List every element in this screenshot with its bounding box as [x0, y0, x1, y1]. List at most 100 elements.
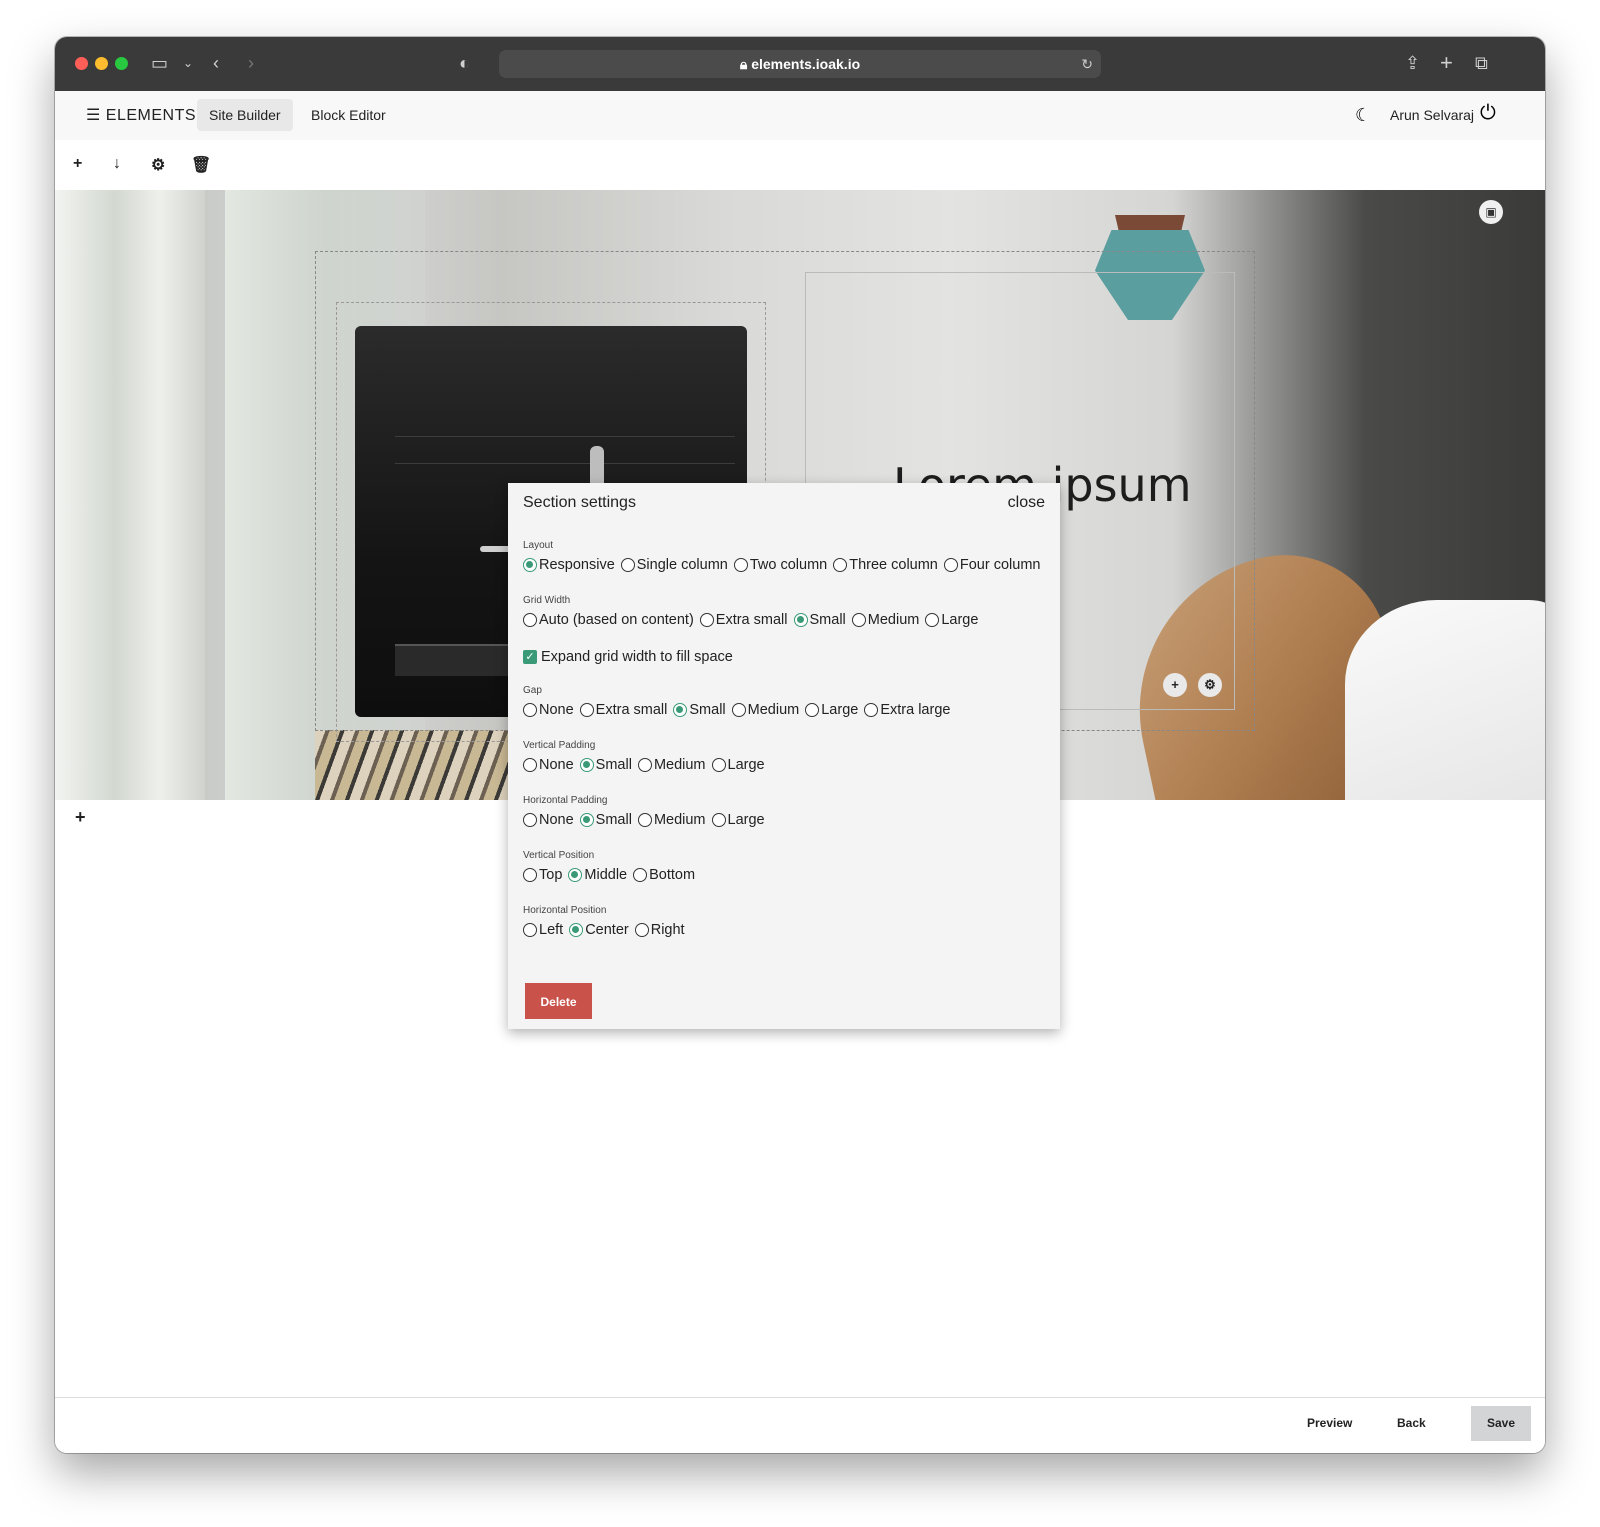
gap-option[interactable]: Extra large: [864, 702, 950, 718]
vertical-padding-label: Vertical Padding: [523, 740, 596, 751]
horizontal-position-option[interactable]: Center: [569, 922, 629, 938]
expand-grid-checkbox[interactable]: ✓: [523, 650, 537, 664]
layout-radio[interactable]: [523, 558, 537, 572]
gap-option[interactable]: Extra small: [579, 702, 667, 718]
forward-arrow-icon[interactable]: ›: [248, 52, 254, 74]
arrow-down-icon[interactable]: ↓: [113, 155, 121, 173]
gap-option[interactable]: Small: [673, 702, 726, 718]
vertical-padding-option[interactable]: None: [523, 757, 574, 773]
address-bar[interactable]: 🔒︎ elements.ioak.io ↻: [499, 50, 1101, 78]
back-arrow-icon[interactable]: ‹: [213, 52, 219, 74]
horizontal-padding-radio[interactable]: [579, 813, 594, 827]
expand-grid-group: ✓ Expand grid width to fill space: [523, 649, 733, 665]
horizontal-padding-radio[interactable]: [711, 813, 726, 827]
grid-width-option[interactable]: Medium: [851, 612, 919, 628]
chevron-down-icon[interactable]: ⌄: [183, 52, 193, 74]
grid-width-radio[interactable]: [925, 613, 940, 627]
user-name[interactable]: Arun Selvaraj: [1390, 107, 1474, 123]
gap-radio[interactable]: [673, 703, 688, 717]
shield-icon[interactable]: ◐: [459, 52, 470, 74]
vertical-position-radio[interactable]: [523, 868, 537, 882]
theme-toggle-icon[interactable]: ☾: [1355, 105, 1371, 126]
layout-option-label: Three column: [849, 557, 938, 573]
share-icon[interactable]: ⇪: [1405, 52, 1420, 74]
horizontal-padding-radio[interactable]: [637, 813, 652, 827]
add-section-icon[interactable]: +: [75, 807, 86, 828]
gap-option[interactable]: Large: [805, 702, 858, 718]
horizontal-position-option[interactable]: Right: [634, 922, 685, 938]
layout-option[interactable]: Four column: [943, 557, 1040, 573]
brand-logo[interactable]: ☰ ELEMENTS: [86, 105, 196, 125]
grid-width-option[interactable]: Large: [925, 612, 978, 628]
horizontal-position-radio[interactable]: [569, 923, 584, 937]
image-icon[interactable]: ▣: [1479, 200, 1503, 224]
grid-width-option[interactable]: Auto (based on content): [523, 612, 694, 628]
layout-radio[interactable]: [733, 558, 748, 572]
power-icon[interactable]: ⏻: [1480, 102, 1496, 125]
close-button[interactable]: close: [1008, 494, 1045, 512]
horizontal-position-radio[interactable]: [634, 923, 649, 937]
horizontal-position-option[interactable]: Left: [523, 922, 563, 938]
horizontal-position-options: Left Center Right: [523, 922, 691, 938]
vertical-padding-option[interactable]: Small: [579, 757, 632, 773]
vertical-padding-radio[interactable]: [579, 758, 594, 772]
gap-radio[interactable]: [523, 703, 537, 717]
maximize-window-button[interactable]: [115, 57, 128, 70]
grid-width-radio[interactable]: [699, 613, 714, 627]
add-block-button[interactable]: +: [1163, 673, 1187, 697]
vertical-padding-radio[interactable]: [711, 758, 726, 772]
layout-option[interactable]: Three column: [833, 557, 938, 573]
gap-radio[interactable]: [731, 703, 746, 717]
vertical-position-option[interactable]: Top: [523, 867, 562, 883]
tab-site-builder[interactable]: Site Builder: [197, 99, 293, 131]
vertical-padding-radio[interactable]: [637, 758, 652, 772]
new-tab-icon[interactable]: +: [1440, 52, 1453, 74]
horizontal-padding-option[interactable]: None: [523, 812, 574, 828]
layout-radio[interactable]: [620, 558, 635, 572]
gap-radio[interactable]: [579, 703, 594, 717]
horizontal-position-radio[interactable]: [523, 923, 537, 937]
vertical-position-option[interactable]: Middle: [568, 867, 627, 883]
layout-radio[interactable]: [833, 558, 848, 572]
gear-icon[interactable]: ⚙: [151, 155, 165, 175]
layout-option[interactable]: Single column: [620, 557, 728, 573]
horizontal-padding-option[interactable]: Medium: [637, 812, 706, 828]
vertical-position-radio[interactable]: [633, 868, 648, 882]
trash-icon[interactable]: 🗑︎: [191, 155, 211, 175]
grid-width-radio[interactable]: [523, 613, 537, 627]
vertical-padding-radio[interactable]: [523, 758, 537, 772]
gap-radio[interactable]: [805, 703, 820, 717]
vertical-position-option[interactable]: Bottom: [633, 867, 695, 883]
add-icon[interactable]: +: [73, 155, 82, 173]
gap-option[interactable]: None: [523, 702, 574, 718]
delete-button[interactable]: Delete: [525, 983, 592, 1019]
tab-overview-icon[interactable]: ⧉: [1475, 52, 1488, 74]
vertical-position-radio[interactable]: [568, 868, 583, 882]
vertical-padding-option[interactable]: Medium: [637, 757, 706, 773]
vertical-padding-option[interactable]: Large: [711, 757, 765, 773]
gap-option-label: Small: [689, 702, 726, 718]
tab-block-editor[interactable]: Block Editor: [299, 99, 398, 131]
horizontal-padding-option[interactable]: Large: [711, 812, 765, 828]
block-settings-button[interactable]: ⚙: [1198, 673, 1222, 697]
reload-icon[interactable]: ↻: [1081, 50, 1093, 78]
gap-option[interactable]: Medium: [731, 702, 799, 718]
horizontal-padding-radio[interactable]: [523, 813, 537, 827]
gap-radio[interactable]: [864, 703, 879, 717]
background-curtain: [55, 190, 205, 800]
layout-radio[interactable]: [943, 558, 958, 572]
horizontal-position-label: Horizontal Position: [523, 905, 607, 916]
close-window-button[interactable]: [75, 57, 88, 70]
layout-option[interactable]: Responsive: [523, 557, 615, 573]
grid-width-option[interactable]: Extra small: [699, 612, 788, 628]
preview-button[interactable]: Preview: [1291, 1406, 1368, 1441]
back-button[interactable]: Back: [1381, 1406, 1442, 1441]
sidebar-toggle-icon[interactable]: ▭: [151, 52, 168, 74]
minimize-window-button[interactable]: [95, 57, 108, 70]
grid-width-radio[interactable]: [793, 613, 808, 627]
horizontal-padding-option[interactable]: Small: [579, 812, 632, 828]
grid-width-radio[interactable]: [851, 613, 866, 627]
grid-width-option[interactable]: Small: [793, 612, 846, 628]
layout-option[interactable]: Two column: [733, 557, 827, 573]
save-button[interactable]: Save: [1471, 1406, 1532, 1441]
